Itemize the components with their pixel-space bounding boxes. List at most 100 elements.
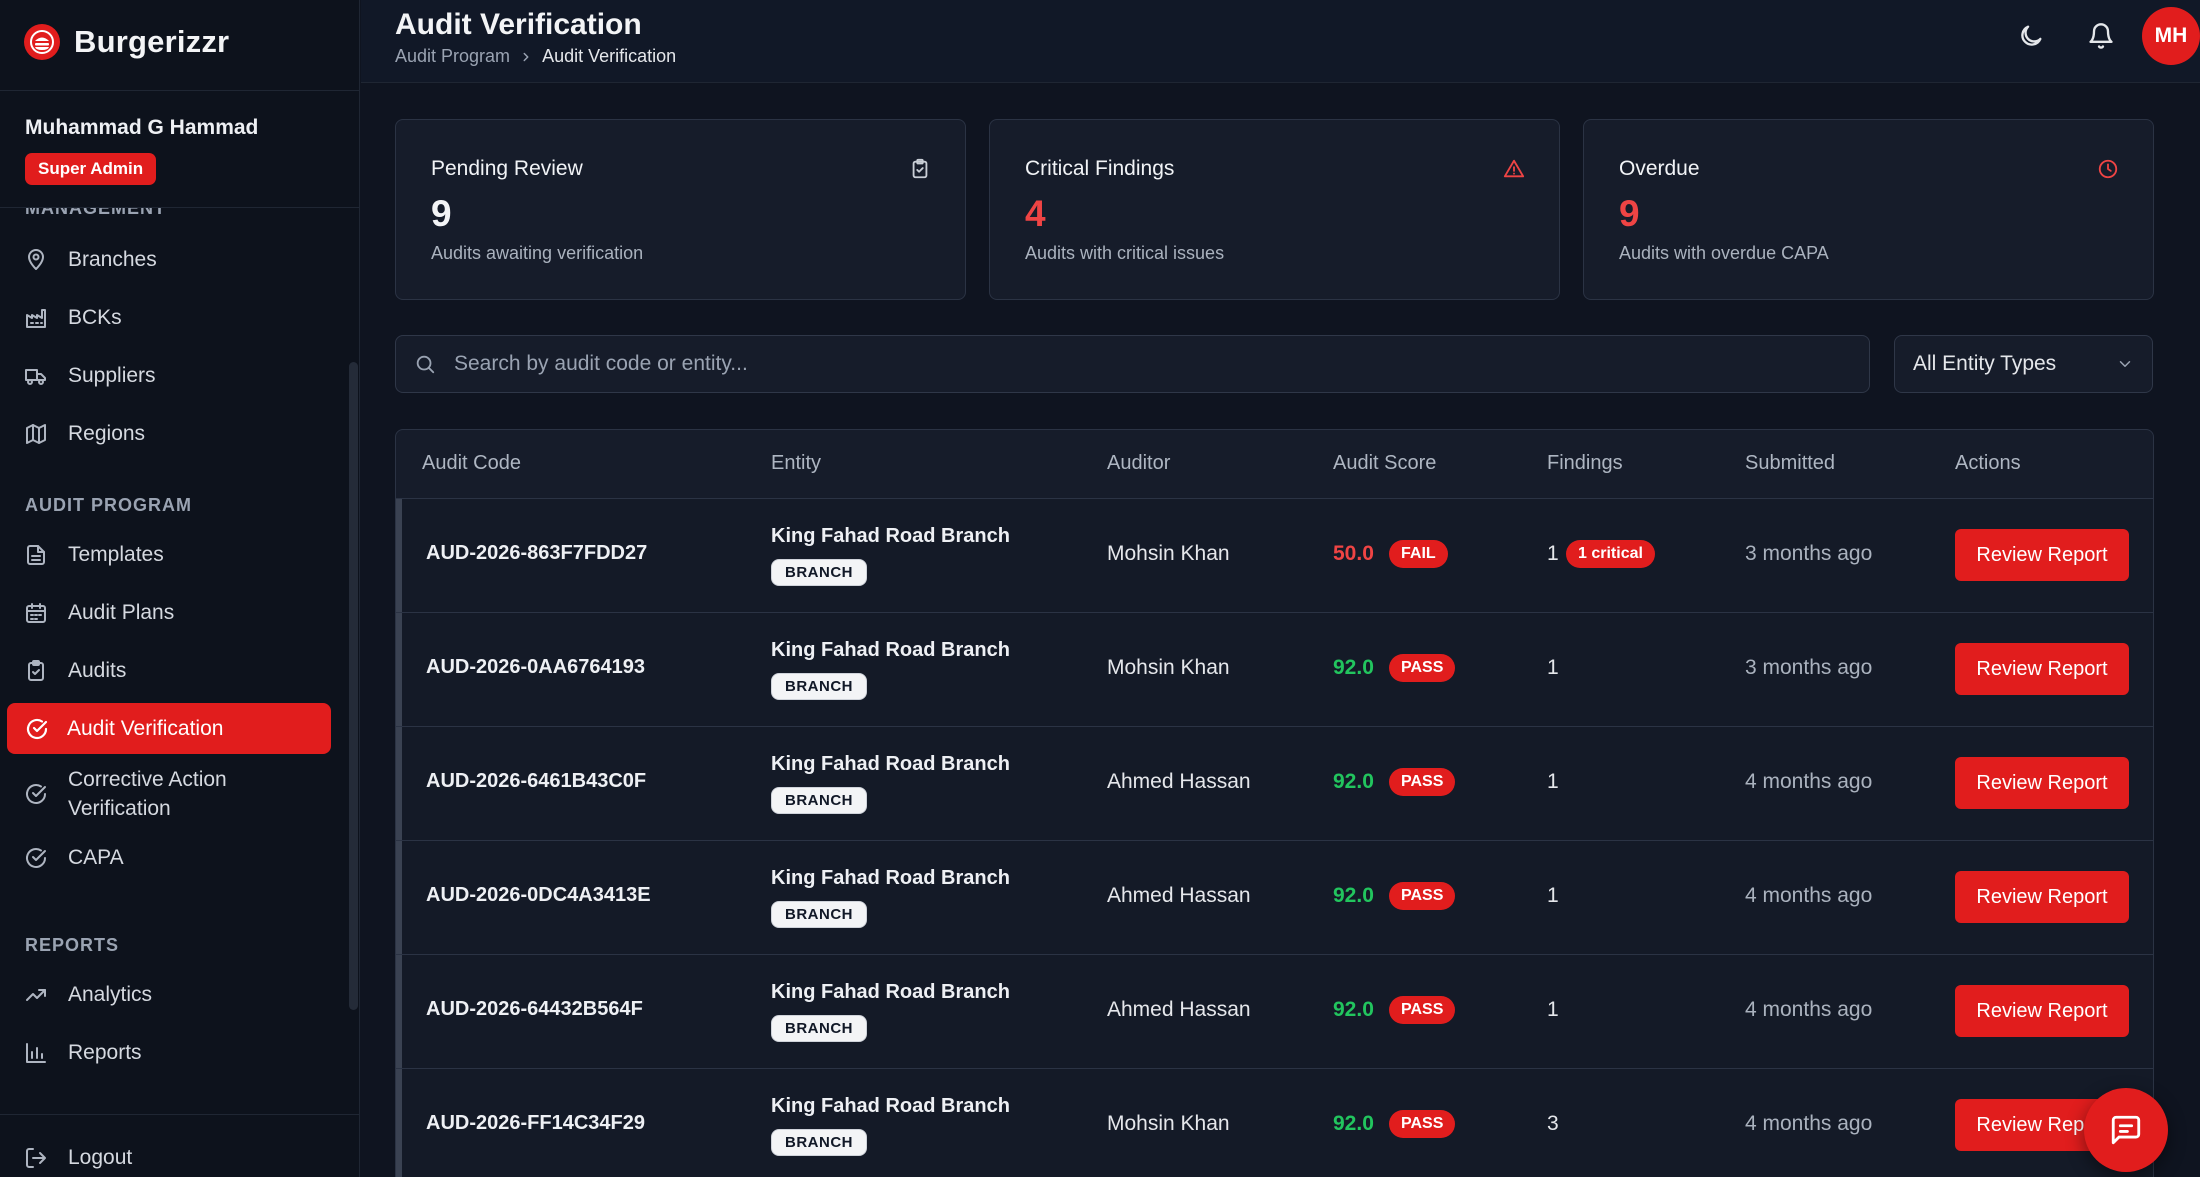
sidebar-item-label: Branches <box>68 248 157 271</box>
submitted-time: 3 months ago <box>1745 656 1873 679</box>
map-pin-icon <box>28 249 44 270</box>
sidebar-item-capa[interactable]: CAPA <box>0 832 350 884</box>
submitted-time: 4 months ago <box>1745 884 1873 907</box>
table-row[interactable]: AUD-2026-FF14C34F29 King Fahad Road Bran… <box>396 1069 2153 1177</box>
column-header-audit-code[interactable]: Audit Code <box>422 452 521 475</box>
submitted-time: 4 months ago <box>1745 998 1873 1021</box>
sidebar: Burgerizzr Muhammad G Hammad Super Admin… <box>0 0 360 1177</box>
table-row[interactable]: AUD-2026-6461B43C0F King Fahad Road Bran… <box>396 727 2153 841</box>
findings-count: 3 <box>1547 1112 1559 1135</box>
sidebar-item-suppliers[interactable]: Suppliers <box>0 350 350 402</box>
avatar[interactable]: MH <box>2142 7 2200 65</box>
breadcrumb-audit-program[interactable]: Audit Program <box>395 46 510 67</box>
column-header-audit-score[interactable]: Audit Score <box>1333 452 1436 475</box>
clipboard-check-icon <box>912 158 928 179</box>
column-header-findings[interactable]: Findings <box>1547 452 1623 475</box>
column-header-entity[interactable]: Entity <box>771 452 821 475</box>
sidebar-scrollbar[interactable] <box>349 362 358 1010</box>
findings-count: 1 <box>1547 656 1559 679</box>
sidebar-item-reports[interactable]: Reports <box>0 1027 350 1079</box>
sidebar-item-regions[interactable]: Regions <box>0 408 350 460</box>
table-row[interactable]: AUD-2026-64432B564F King Fahad Road Bran… <box>396 955 2153 1069</box>
table-row[interactable]: AUD-2026-0AA6764193 King Fahad Road Bran… <box>396 613 2153 727</box>
critical-badge: 1 critical <box>1566 540 1655 568</box>
column-header-actions: Actions <box>1955 452 2021 474</box>
table-header: Audit Code Entity Auditor Audit Score Fi… <box>396 430 2153 499</box>
sidebar-nav: MANAGEMENT Branches BCKs Suppliers Regio… <box>0 208 350 1108</box>
entity-type-selected: All Entity Types <box>1913 352 2057 375</box>
entity-name: King Fahad Road Branch <box>771 1095 1010 1117</box>
stat-card-critical-findings: Critical Findings 4 Audits with critical… <box>989 119 1560 300</box>
section-audit-program: AUDIT PROGRAM <box>25 495 192 515</box>
truck-icon <box>25 369 46 385</box>
audit-code: AUD-2026-0DC4A3413E <box>426 884 651 906</box>
review-report-button[interactable]: Review Report <box>1955 643 2129 695</box>
bell-icon[interactable] <box>2087 22 2115 50</box>
trending-up-icon <box>26 989 46 1001</box>
audit-score: 92.0 <box>1333 770 1374 793</box>
divider <box>0 90 360 91</box>
stat-value: 4 <box>1025 193 1046 234</box>
map-icon <box>26 424 46 444</box>
section-reports: REPORTS <box>25 935 120 955</box>
stat-label: Overdue <box>1619 157 1700 180</box>
chat-button[interactable] <box>2084 1088 2168 1172</box>
column-header-submitted[interactable]: Submitted <box>1745 452 1835 475</box>
sidebar-item-bcks[interactable]: BCKs <box>0 292 350 344</box>
stat-label: Critical Findings <box>1025 157 1175 180</box>
sidebar-item-audit-plans[interactable]: Audit Plans <box>0 587 350 639</box>
auditor-name: Mohsin Khan <box>1107 542 1230 565</box>
entity-name: King Fahad Road Branch <box>771 981 1010 1003</box>
moon-icon[interactable] <box>2017 22 2045 50</box>
column-header-auditor[interactable]: Auditor <box>1107 452 1170 475</box>
table-row[interactable]: AUD-2026-0DC4A3413E King Fahad Road Bran… <box>396 841 2153 955</box>
search-icon <box>416 355 435 374</box>
page-title: Audit Verification <box>395 8 642 41</box>
sidebar-item-audits[interactable]: Audits <box>0 645 350 697</box>
search-input[interactable] <box>454 352 1869 376</box>
result-badge: FAIL <box>1389 540 1448 568</box>
entity-type-badge: BRANCH <box>771 1129 867 1156</box>
audit-score: 92.0 <box>1333 1112 1374 1135</box>
chevron-right-icon <box>523 52 529 61</box>
user-name: Muhammad G Hammad <box>25 116 259 139</box>
table-row[interactable]: AUD-2026-863F7FDD27 King Fahad Road Bran… <box>396 499 2153 613</box>
stat-description: Audits with overdue CAPA <box>1619 243 1829 263</box>
sidebar-item-label: Audit Verification <box>67 716 224 740</box>
brand-logo-icon <box>24 24 60 60</box>
result-badge: PASS <box>1389 1110 1456 1138</box>
auditor-name: Ahmed Hassan <box>1107 998 1251 1021</box>
check-circle-icon <box>26 718 48 739</box>
check-circle-icon <box>26 784 46 804</box>
stat-value: 9 <box>431 193 452 234</box>
audit-code: AUD-2026-6461B43C0F <box>426 770 647 792</box>
audit-score: 92.0 <box>1333 884 1374 907</box>
sidebar-item-corrective-action-verification[interactable]: Corrective Action Verification <box>0 759 350 829</box>
entity-type-select[interactable]: All Entity Types <box>1894 335 2153 393</box>
logout-button[interactable]: Logout <box>24 1146 132 1170</box>
result-badge: PASS <box>1389 996 1456 1024</box>
logout-icon <box>26 1148 46 1168</box>
entity-name: King Fahad Road Branch <box>771 525 1010 547</box>
entity-type-badge: BRANCH <box>771 559 867 586</box>
review-report-button[interactable]: Review Report <box>1955 757 2129 809</box>
top-header: Audit Verification Audit Program Audit V… <box>361 0 2200 83</box>
sidebar-item-branches[interactable]: Branches <box>0 234 350 286</box>
findings-count: 1 <box>1547 770 1559 793</box>
bar-chart-icon <box>26 1043 46 1063</box>
brand[interactable]: Burgerizzr <box>24 22 229 62</box>
sidebar-item-audit-verification[interactable]: Audit Verification <box>7 703 331 754</box>
check-circle-icon <box>26 848 46 868</box>
review-report-button[interactable]: Review Report <box>1955 871 2129 923</box>
message-square-icon <box>2111 1115 2141 1145</box>
entity-name: King Fahad Road Branch <box>771 753 1010 775</box>
stat-description: Audits awaiting verification <box>431 243 644 263</box>
search-box[interactable] <box>395 335 1870 393</box>
sidebar-item-analytics[interactable]: Analytics <box>0 969 350 1021</box>
stat-card-overdue: Overdue 9 Audits with overdue CAPA <box>1583 119 2154 300</box>
submitted-time: 3 months ago <box>1745 542 1873 565</box>
review-report-button[interactable]: Review Report <box>1955 529 2129 581</box>
review-report-button[interactable]: Review Report <box>1955 985 2129 1037</box>
sidebar-item-templates[interactable]: Templates <box>0 529 350 581</box>
entity-name: King Fahad Road Branch <box>771 867 1010 889</box>
